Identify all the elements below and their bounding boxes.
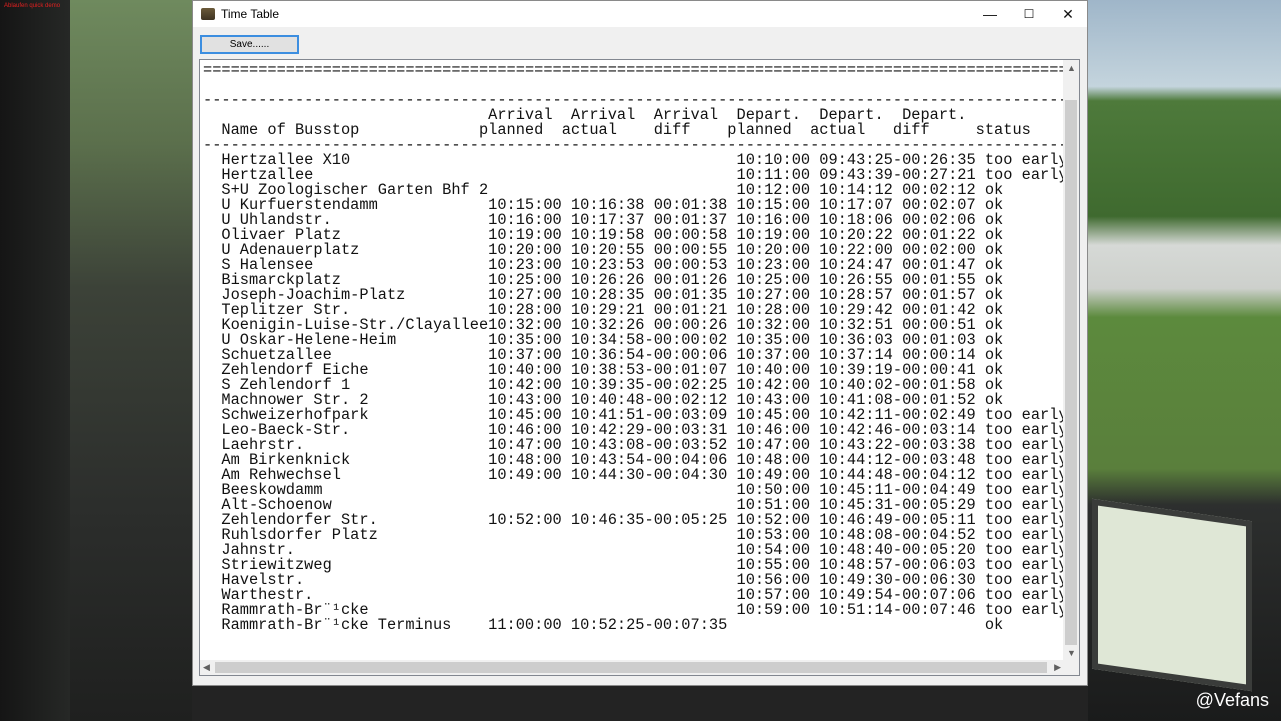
status: ok (984, 616, 1004, 634)
arrival-planned: 11:00:00 (488, 616, 562, 634)
time-table-window: Time Table — ☐ ✕ Save...... ============… (192, 0, 1088, 686)
stop-name: Rammrath-Br¨¹cke Terminus (221, 616, 452, 634)
timetable-textbox[interactable]: ========================================… (199, 59, 1080, 676)
overlay-corner-text: Ablaufen quick demo (4, 3, 61, 9)
arrival-planned: 10:52:00 (488, 511, 562, 529)
window-title: Time Table (221, 7, 280, 21)
watermark: @Vefans (1195, 690, 1269, 710)
arrival-diff: -00:07:35 (644, 616, 728, 634)
scrollbar-corner (1063, 660, 1079, 675)
maximize-button[interactable]: ☐ (1009, 1, 1049, 27)
game-background-left (0, 0, 192, 721)
scroll-left-arrow-icon[interactable]: ◀ (203, 662, 210, 673)
minimize-button[interactable]: — (970, 1, 1010, 27)
depart-planned: 10:59:00 (736, 601, 811, 619)
vertical-scroll-thumb[interactable] (1065, 100, 1077, 645)
arrival-actual: 10:52:25 (570, 616, 645, 634)
arrival-actual: 10:46:35 (570, 511, 645, 529)
arrival-planned: 10:49:00 (488, 466, 562, 484)
save-button[interactable]: Save...... (200, 35, 299, 54)
scroll-down-arrow-icon[interactable]: ▼ (1067, 648, 1076, 658)
depart-actual: 10:51:14 (819, 601, 893, 619)
bus-app-icon (201, 8, 215, 20)
vertical-scrollbar[interactable]: ▲ ▼ (1063, 60, 1079, 661)
depart-diff: -00:07:46 (892, 601, 976, 619)
ticket-machine-display (1092, 498, 1252, 692)
scroll-right-arrow-icon[interactable]: ▶ (1054, 662, 1061, 673)
scroll-up-arrow-icon[interactable]: ▲ (1067, 63, 1076, 73)
arrival-diff: -00:04:30 (644, 466, 728, 484)
separator-double: ========================================… (203, 63, 1063, 79)
table-row: Rammrath-Br¨¹cke Terminus 11:00:00 10:52:2… (203, 616, 1063, 634)
horizontal-scrollbar[interactable]: ◀ ▶ (200, 660, 1064, 675)
timetable-content: ========================================… (203, 63, 1063, 660)
close-button[interactable]: ✕ (1048, 1, 1088, 27)
arrival-diff: -00:05:25 (644, 511, 728, 529)
game-background-dashboard (192, 686, 1088, 721)
horizontal-scroll-thumb[interactable] (215, 662, 1047, 673)
timetable-rows: Hertzallee X10 10:10:00 09:43:25 -00:26:35 t… (203, 152, 1063, 634)
arrival-actual: 10:44:30 (570, 466, 645, 484)
title-bar[interactable]: Time Table — ☐ ✕ (193, 1, 1087, 27)
